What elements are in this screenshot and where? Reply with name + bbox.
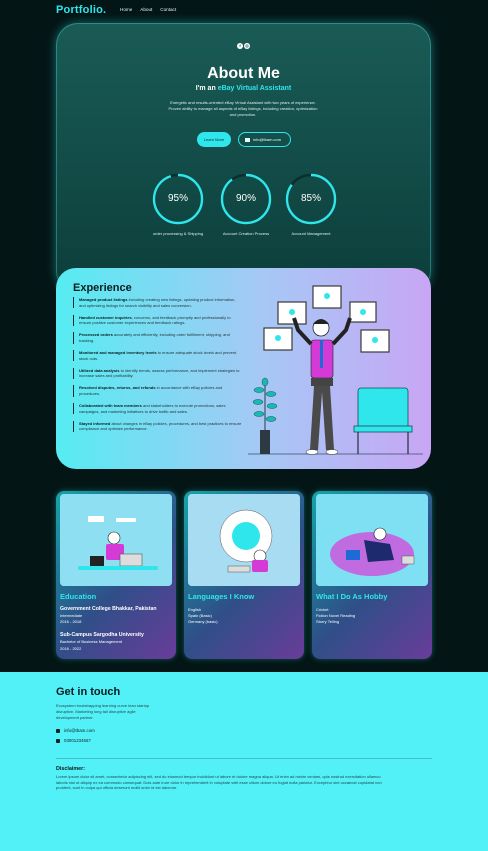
gauge-value: 95% [167, 193, 188, 204]
experience-item: Monitored and managed inventory levels t… [73, 350, 243, 362]
card-line: English [188, 607, 202, 612]
disclaimer-text: Lorem ipsum dolor sit amet, consectetur … [56, 774, 382, 791]
mail-icon [245, 137, 250, 142]
disclaimer-title: Disclaimer: [56, 766, 86, 772]
gauge-value: 85% [300, 193, 321, 204]
card-line: Sub-Campus Sargodha University [60, 632, 144, 638]
contact-section: Get in touch Ecosystem bootstrapping lea… [0, 672, 488, 851]
contact-description: Ecosystem bootstrapping learning curve l… [56, 703, 150, 720]
subtitle-prefix: I'm an [195, 85, 218, 92]
learn-more-button[interactable]: Learn More [197, 132, 231, 147]
nav-link-contact[interactable]: Contact [160, 7, 176, 12]
about-hero: f ◎ About Me I'm an eBay Virtual Assistan… [56, 23, 431, 293]
contact-phone-text: 0300123456? [64, 738, 91, 743]
gauge-order-processing: 95% order processing & Shipping [152, 173, 204, 236]
person-certificates-illustration [248, 285, 423, 455]
top-nav: Portfolio. Home About Contact [0, 0, 488, 22]
experience-item: Utilized data analysis to identify trend… [73, 367, 243, 379]
email-button-label: info@tbam.com [253, 137, 282, 142]
phone-icon [56, 739, 60, 743]
experience-title: Experience [73, 282, 132, 294]
card-line: 2016 - 2018 [60, 619, 82, 624]
gauge-value: 90% [235, 193, 256, 204]
card-title: Languages I Know [188, 592, 255, 601]
social-icons: f ◎ [56, 43, 431, 49]
page-title: About Me [207, 65, 280, 82]
person-figure [292, 317, 352, 455]
facebook-icon[interactable]: f [237, 43, 243, 49]
nav-link-about[interactable]: About [140, 7, 152, 12]
card-line: Intermediate [60, 613, 83, 618]
gauge-account-creation: 90% Account Creation Process [220, 173, 272, 236]
plant-icon [252, 377, 278, 454]
email-button[interactable]: info@tbam.com [238, 132, 291, 147]
card-line: Fiction Novel Reading [316, 613, 356, 618]
reading-hobby-illustration [316, 494, 428, 586]
contact-email-text: info@tbam.com [64, 728, 95, 733]
card-hobby: What I Do As Hobby Cricket Fiction Novel… [312, 491, 432, 659]
student-laptop-illustration [60, 494, 172, 586]
nav-link-home[interactable]: Home [120, 7, 132, 12]
info-cards: Education Government College Bhakkar, Pa… [56, 491, 432, 659]
contact-email[interactable]: info@tbam.com [56, 728, 95, 733]
divider [56, 758, 432, 759]
experience-item: Stayed informed about changes in eBay po… [73, 420, 243, 432]
card-line: Germany (basic) [188, 619, 218, 624]
experience-item: Processed orders accurately and efficien… [73, 332, 243, 344]
contact-title: Get in touch [56, 686, 121, 698]
card-title: Education [60, 592, 97, 601]
experience-section: Experience Managed product listings incl… [56, 268, 431, 469]
mail-icon [56, 729, 60, 733]
hero-subtitle: I'm an eBay Virtual Assistant [56, 85, 431, 92]
experience-item: Collaborated with team members and stake… [73, 403, 243, 415]
instagram-icon[interactable]: ◎ [244, 43, 250, 49]
hero-description: Energetic and results-oriented eBay Virt… [168, 100, 318, 117]
skill-gauges: 95% order processing & Shipping 90% Acco… [56, 173, 431, 236]
card-line: Storry Telling [316, 619, 340, 624]
globe-reading-illustration [188, 494, 300, 586]
experience-list: Managed product listings including creat… [73, 297, 243, 439]
logo[interactable]: Portfolio. [56, 4, 106, 16]
experience-item: Managed product listings including creat… [73, 297, 243, 309]
experience-item: Handled customer inquiries, concerns, an… [73, 314, 243, 326]
card-line: Government College Bhakkar, Pakistan [60, 606, 157, 612]
card-line: Bachelor of Business Management [60, 639, 123, 644]
experience-item: Resolved disputes, returns, and refunds … [73, 385, 243, 397]
card-education: Education Government College Bhakkar, Pa… [56, 491, 176, 659]
card-line: Spain (Basic) [188, 613, 212, 618]
contact-phone[interactable]: 0300123456? [56, 738, 91, 743]
card-line: 2018 - 2022 [60, 646, 82, 651]
card-line: Cricket [316, 607, 329, 612]
chair-icon [353, 387, 413, 454]
subtitle-role: eBay Virtual Assistant [217, 85, 292, 92]
nav-links: Home About Contact [120, 7, 176, 12]
gauge-account-management: 85% Account Management [285, 173, 337, 236]
gauge-caption: Account Management [291, 231, 331, 236]
card-title: What I Do As Hobby [316, 592, 388, 601]
card-languages: Languages I Know English Spain (Basic) G… [184, 491, 304, 659]
